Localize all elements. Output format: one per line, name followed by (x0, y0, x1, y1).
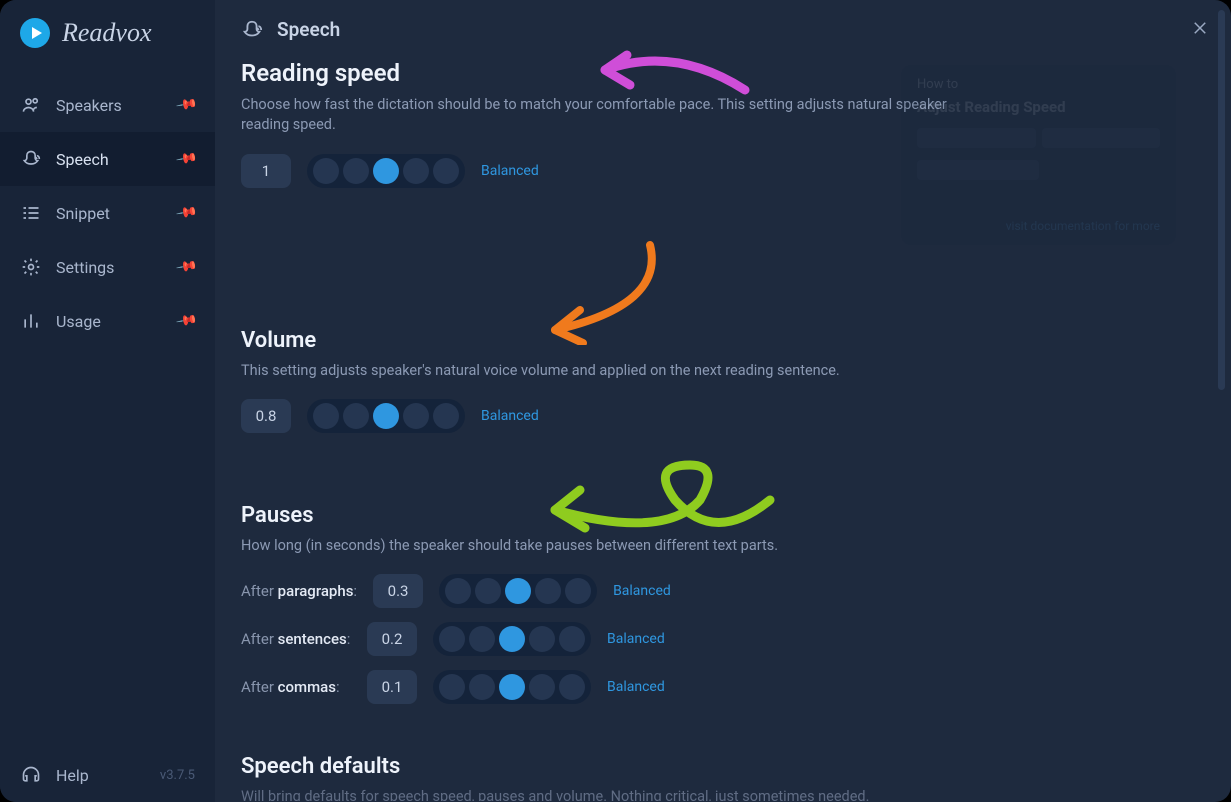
section-title: Volume (241, 328, 1205, 353)
tutorial-card[interactable]: How to Adjust Reading Speed visit docume… (901, 65, 1176, 245)
pin-icon[interactable]: 📌 (175, 201, 198, 224)
chart-icon (20, 310, 42, 332)
help-link[interactable]: Help (20, 764, 89, 786)
pause-sentences-slider[interactable] (433, 622, 591, 656)
pin-icon[interactable]: 📌 (175, 255, 198, 278)
slider-dot[interactable] (499, 626, 525, 652)
slider-dot[interactable] (403, 403, 429, 429)
sidebar-item-label: Speech (56, 150, 109, 169)
section-desc: This setting adjusts speaker's natural v… (241, 361, 961, 381)
sidebar-item-label: Settings (56, 258, 114, 277)
pause-level-label: Balanced (607, 631, 665, 647)
slider-dot[interactable] (433, 158, 459, 184)
snippet-icon (20, 202, 42, 224)
main: Speech Reading speed Choose how fast the… (215, 0, 1231, 802)
nav: Speakers 📌 Speech 📌 Snippet (0, 78, 215, 348)
slider-dot[interactable] (529, 626, 555, 652)
section-desc: Will bring defaults for speech speed, pa… (241, 787, 961, 801)
version-label: v3.7.5 (160, 768, 195, 783)
slider-dot[interactable] (313, 403, 339, 429)
slider-dot[interactable] (439, 626, 465, 652)
speech-icon (241, 19, 263, 41)
pause-paragraphs-slider[interactable] (439, 574, 597, 608)
section-pauses: Pauses How long (in seconds) the speaker… (241, 503, 1205, 704)
help-label: Help (56, 766, 89, 785)
volume-value[interactable]: 0.8 (241, 399, 291, 433)
pause-level-label: Balanced (607, 679, 665, 695)
pin-icon[interactable]: 📌 (175, 93, 198, 116)
scrollbar-thumb[interactable] (1218, 10, 1225, 390)
pause-commas-slider[interactable] (433, 670, 591, 704)
volume-level-label: Balanced (481, 408, 539, 424)
pause-sentences-value[interactable]: 0.2 (367, 622, 417, 656)
gear-icon (20, 256, 42, 278)
speed-slider[interactable] (307, 154, 465, 188)
pause-commas-value[interactable]: 0.1 (367, 670, 417, 704)
section-desc: How long (in seconds) the speaker should… (241, 536, 961, 556)
pause-level-label: Balanced (613, 583, 671, 599)
slider-dot[interactable] (469, 626, 495, 652)
slider-dot[interactable] (469, 674, 495, 700)
section-title: Speech defaults (241, 754, 1205, 779)
speed-level-label: Balanced (481, 163, 539, 179)
play-icon (20, 18, 50, 48)
sidebar-item-label: Usage (56, 312, 101, 331)
scrollbar[interactable] (1218, 10, 1225, 792)
section-desc: Choose how fast the dictation should be … (241, 95, 961, 136)
section-volume: Volume This setting adjusts speaker's na… (241, 328, 1205, 433)
slider-dot[interactable] (559, 674, 585, 700)
sidebar-item-snippet[interactable]: Snippet 📌 (0, 186, 215, 240)
tutorial-line1: How to (917, 77, 1160, 92)
slider-dot[interactable] (505, 578, 531, 604)
tutorial-line2: Adjust Reading Speed (917, 98, 1160, 116)
section-speech-defaults: Speech defaults Will bring defaults for … (241, 754, 1205, 801)
slider-dot[interactable] (535, 578, 561, 604)
slider-dot[interactable] (373, 158, 399, 184)
slider-dot[interactable] (313, 158, 339, 184)
header: Speech (215, 0, 1231, 59)
speakers-icon (20, 94, 42, 116)
pause-label-sentences: After sentences: (241, 630, 351, 648)
sidebar-footer: Help v3.7.5 (0, 748, 215, 802)
speech-icon (20, 148, 42, 170)
pin-icon[interactable]: 📌 (175, 309, 198, 332)
logo: Readvox (0, 18, 215, 48)
tutorial-link[interactable]: visit documentation for more (917, 219, 1160, 233)
pause-label-commas: After commas: (241, 678, 351, 696)
pin-icon[interactable]: 📌 (175, 147, 198, 170)
sidebar-item-label: Speakers (56, 96, 122, 115)
sidebar-item-settings[interactable]: Settings 📌 (0, 240, 215, 294)
slider-dot[interactable] (433, 403, 459, 429)
slider-dot[interactable] (403, 158, 429, 184)
slider-dot[interactable] (565, 578, 591, 604)
slider-dot[interactable] (373, 403, 399, 429)
slider-dot[interactable] (529, 674, 555, 700)
speed-value[interactable]: 1 (241, 154, 291, 188)
sidebar-item-speakers[interactable]: Speakers 📌 (0, 78, 215, 132)
close-button[interactable] (1191, 18, 1209, 42)
slider-dot[interactable] (475, 578, 501, 604)
section-title: Pauses (241, 503, 1205, 528)
slider-dot[interactable] (343, 158, 369, 184)
sidebar-item-usage[interactable]: Usage 📌 (0, 294, 215, 348)
sidebar: Readvox Speakers 📌 Speech (0, 0, 215, 802)
pause-paragraphs-value[interactable]: 0.3 (373, 574, 423, 608)
app-name: Readvox (62, 18, 152, 48)
sidebar-item-speech[interactable]: Speech 📌 (0, 132, 215, 186)
slider-dot[interactable] (439, 674, 465, 700)
pause-label-paragraphs: After paragraphs: (241, 582, 357, 600)
help-icon (20, 764, 42, 786)
slider-dot[interactable] (559, 626, 585, 652)
page-title: Speech (277, 18, 340, 41)
slider-dot[interactable] (499, 674, 525, 700)
volume-slider[interactable] (307, 399, 465, 433)
sidebar-item-label: Snippet (56, 204, 110, 223)
slider-dot[interactable] (445, 578, 471, 604)
slider-dot[interactable] (343, 403, 369, 429)
